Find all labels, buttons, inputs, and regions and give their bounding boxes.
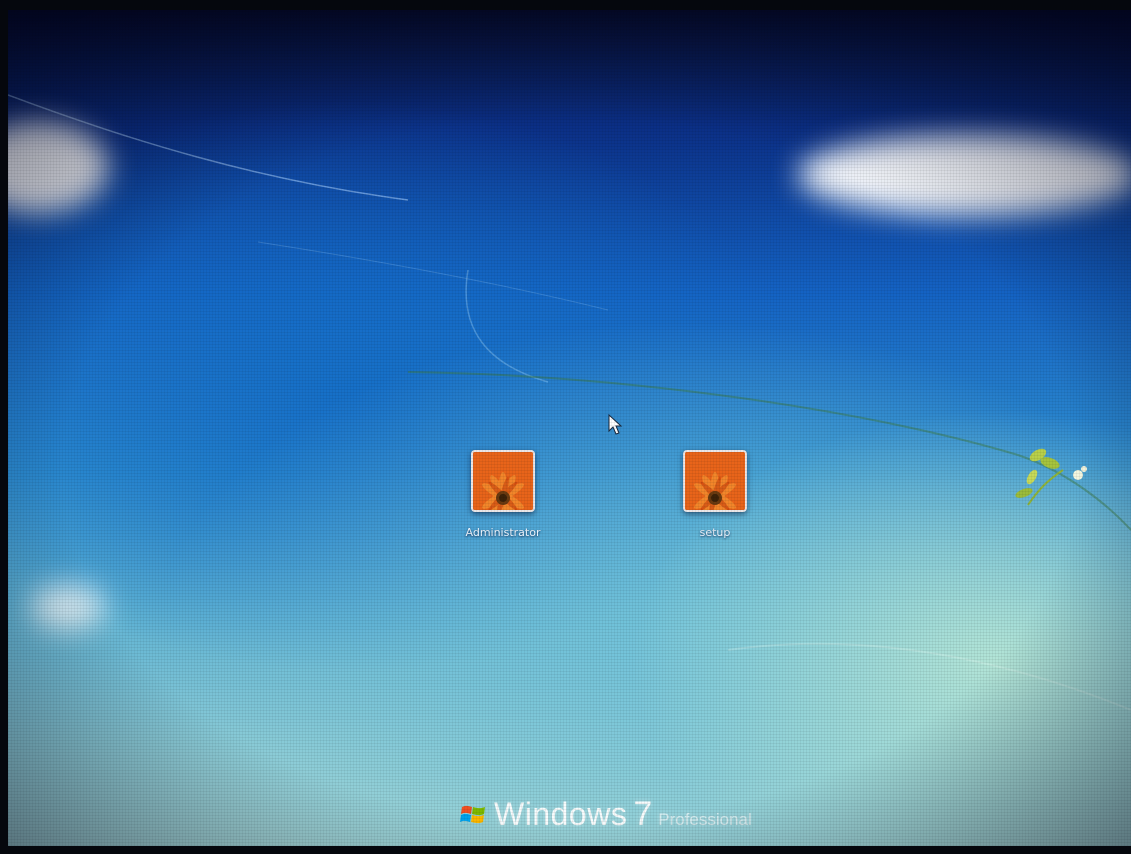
user-name-label: setup xyxy=(699,526,731,539)
screen-glare xyxy=(30,585,105,630)
orange-flower-avatar-icon xyxy=(471,450,535,512)
windows-branding: Windows 7 Professional xyxy=(460,795,752,834)
wallpaper-flower-decoration xyxy=(1015,448,1087,506)
user-tile-setup[interactable]: setup xyxy=(660,450,770,539)
product-name: Windows xyxy=(494,796,628,832)
product-version: 7 xyxy=(633,795,653,833)
user-tile-administrator[interactable]: Administrator xyxy=(448,450,558,539)
screen-glare xyxy=(798,135,1131,215)
login-screen: Administrator setup Windows 7 Profession… xyxy=(8,10,1131,846)
windows-flag-icon xyxy=(460,805,485,823)
mouse-pointer-icon xyxy=(608,414,623,435)
user-name-label: Administrator xyxy=(465,526,541,539)
orange-flower-avatar-icon xyxy=(683,450,747,512)
monitor-frame: Administrator setup Windows 7 Profession… xyxy=(0,0,1131,854)
product-edition: Professional xyxy=(658,810,752,829)
